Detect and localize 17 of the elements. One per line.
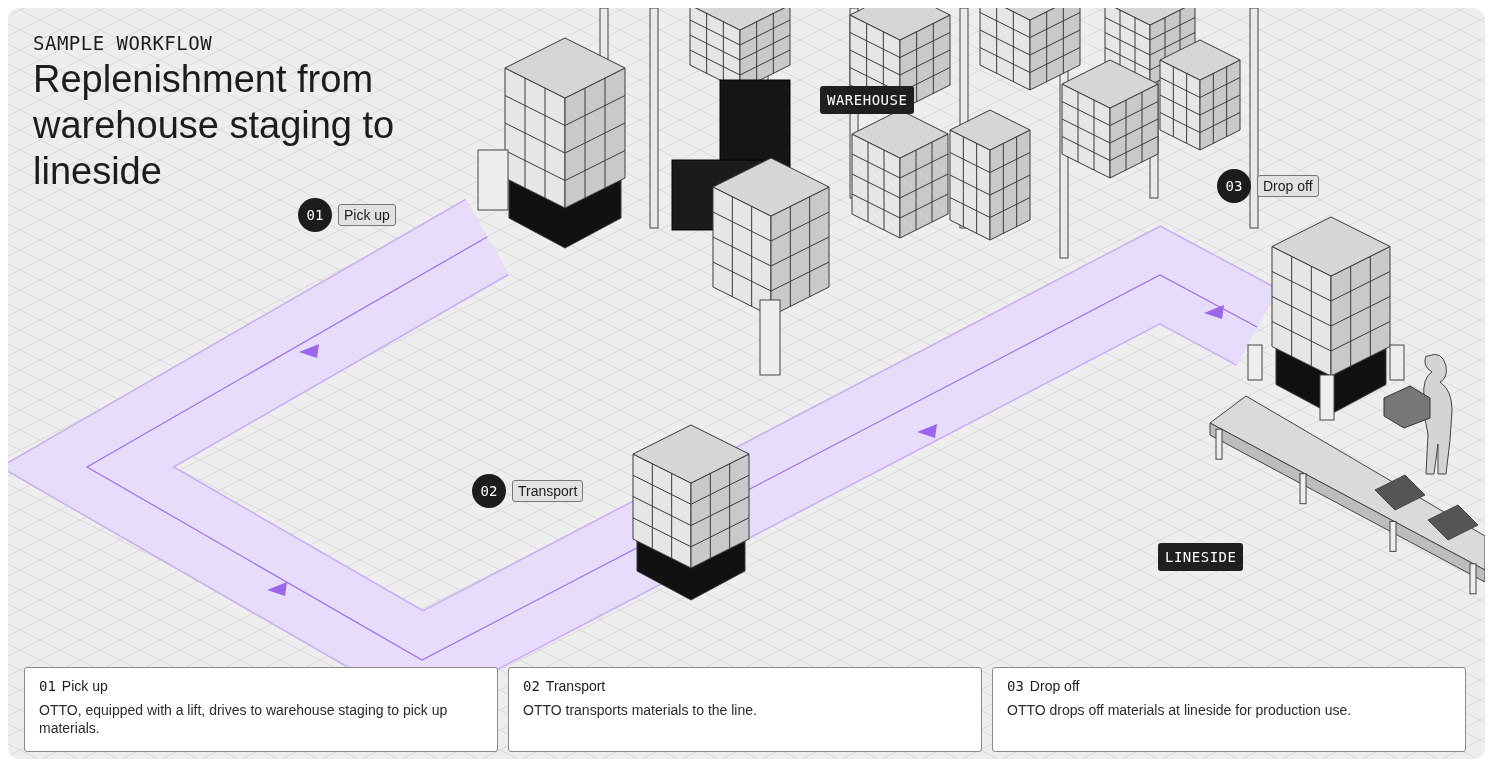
direction-arrow-icon [917,424,937,438]
section-eyebrow: SAMPLE WORKFLOW [33,32,214,54]
step-label: Transport [512,480,584,502]
step-title: 01 Pick up [39,678,109,694]
direction-arrow-icon [267,582,287,596]
zone-label: WAREHOUSE [820,86,915,114]
step-title: 02 Transport [523,678,607,694]
step-description: OTTO, equipped with a lift, drives to warehouse staging to pick up materials. [39,701,449,737]
step-description: OTTO transports materials to the line. [523,701,758,719]
page-title: Replenishment from warehouse staging to lineside [33,57,396,194]
step-description: OTTO drops off materials at lineside for production use. [1007,701,1353,719]
step-label: Drop off [1257,175,1319,197]
step-title: 03 Drop off [1007,678,1081,694]
zone-label: LINESIDE [1158,543,1244,571]
step-label: Pick up [338,204,396,226]
direction-arrow-icon [1204,305,1224,319]
direction-arrow-icon [299,344,319,358]
